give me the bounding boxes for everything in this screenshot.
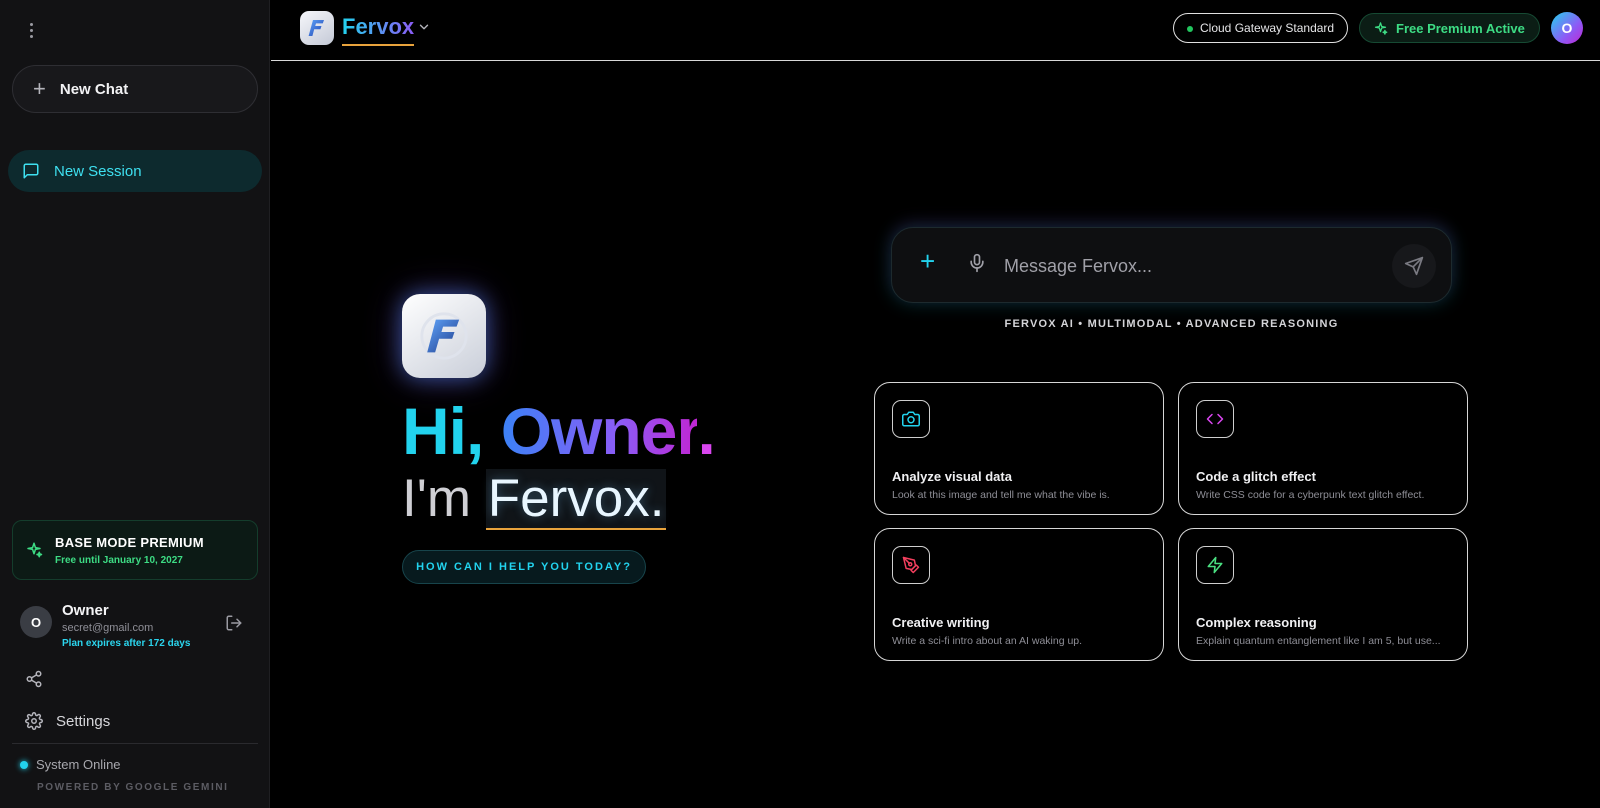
more-menu-icon[interactable]	[22, 18, 40, 42]
brand-logo[interactable]	[300, 11, 334, 45]
greeting-name: Owner	[500, 394, 699, 468]
avatar[interactable]: O	[20, 606, 52, 638]
status-label: System Online	[36, 757, 121, 772]
hero-logo	[402, 294, 486, 378]
new-chat-label: New Chat	[59, 80, 129, 98]
free-premium-badge[interactable]: Free Premium Active	[1359, 13, 1540, 43]
attach-plus-icon[interactable]: +	[920, 248, 935, 274]
system-status: System Online	[20, 757, 121, 772]
message-input[interactable]	[1004, 250, 1364, 282]
logout-icon[interactable]	[225, 614, 243, 632]
help-pill: HOW CAN I HELP YOU TODAY?	[402, 550, 646, 584]
top-bar: Fervox Cloud Gateway Standard Free Premi…	[271, 0, 1600, 61]
card-title: Creative writing	[892, 615, 990, 630]
greeting-heading: Hi, Owner.	[402, 398, 716, 464]
sidebar: + New Chat New Session BASE MODE PREMIUM…	[0, 0, 270, 808]
sparkles-icon	[27, 542, 43, 558]
card-title: Analyze visual data	[892, 469, 1012, 484]
intro-line: I'm Fervox.	[402, 469, 667, 530]
chat-bubble-icon	[23, 163, 39, 179]
user-profile: O Owner secret@gmail.com Plan expires af…	[20, 602, 250, 652]
gateway-badge[interactable]: Cloud Gateway Standard	[1173, 13, 1349, 43]
status-dot-icon	[20, 760, 28, 769]
card-description: Explain quantum entanglement like I am 5…	[1196, 635, 1441, 647]
microphone-icon[interactable]	[967, 252, 987, 274]
pen-tool-icon	[892, 546, 930, 584]
avatar[interactable]: O	[1551, 12, 1583, 44]
plan-expiry: Plan expires after 172 days	[62, 638, 191, 649]
intro-prefix: I'm	[402, 469, 471, 528]
fervox-logo-icon	[308, 20, 324, 36]
card-description: Look at this image and tell me what the …	[892, 489, 1110, 501]
brand-name[interactable]: Fervox	[342, 14, 415, 46]
divider	[12, 743, 258, 744]
plus-icon: +	[33, 76, 46, 101]
powered-by: POWERED BY GOOGLE GEMINI	[37, 782, 229, 793]
user-name: Owner	[62, 602, 109, 619]
suggestion-card-analyze[interactable]: Analyze visual data Look at this image a…	[874, 382, 1164, 515]
greeting-hi: Hi,	[402, 394, 484, 468]
code-icon	[1196, 400, 1234, 438]
composer-tagline: FERVOX AI • MULTIMODAL • ADVANCED REASON…	[1004, 318, 1339, 330]
user-email: secret@gmail.com	[62, 622, 154, 634]
premium-subtitle: Free until January 10, 2027	[55, 555, 183, 566]
message-composer: +	[891, 227, 1452, 303]
lightning-icon	[1196, 546, 1234, 584]
settings-button[interactable]: Settings	[25, 712, 110, 730]
suggestion-card-reasoning[interactable]: Complex reasoning Explain quantum entang…	[1178, 528, 1468, 661]
intro-name: Fervox.	[485, 469, 667, 530]
camera-icon	[892, 400, 930, 438]
chevron-down-icon[interactable]	[417, 20, 431, 34]
fervox-logo-icon	[420, 312, 468, 360]
new-chat-button[interactable]: + New Chat	[12, 65, 258, 113]
sparkles-icon	[1374, 22, 1388, 35]
share-icon[interactable]	[25, 670, 43, 688]
session-label: New Session	[54, 162, 142, 180]
gear-icon	[25, 712, 43, 730]
greeting-dot: .	[697, 394, 715, 468]
suggestion-card-writing[interactable]: Creative writing Write a sci-fi intro ab…	[874, 528, 1164, 661]
card-title: Code a glitch effect	[1196, 469, 1316, 484]
premium-card[interactable]: BASE MODE PREMIUM Free until January 10,…	[12, 520, 258, 580]
send-button[interactable]	[1392, 244, 1436, 288]
free-premium-label: Free Premium Active	[1396, 20, 1525, 36]
settings-label: Settings	[56, 712, 111, 730]
suggestion-card-code[interactable]: Code a glitch effect Write CSS code for …	[1178, 382, 1468, 515]
send-icon	[1404, 256, 1424, 276]
sidebar-item-new-session[interactable]: New Session	[8, 150, 262, 192]
card-title: Complex reasoning	[1196, 615, 1317, 630]
card-description: Write a sci-fi intro about an AI waking …	[892, 635, 1083, 647]
premium-title: BASE MODE PREMIUM	[55, 535, 204, 550]
card-description: Write CSS code for a cyberpunk text glit…	[1196, 489, 1425, 501]
